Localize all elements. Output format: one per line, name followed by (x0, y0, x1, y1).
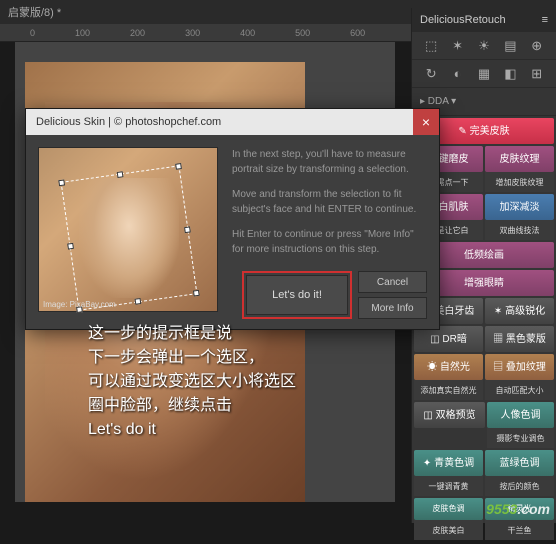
blue-green-button[interactable]: 蓝绿色调 (485, 450, 554, 476)
mask-button[interactable]: ▦ 黑色蒙版 (485, 326, 554, 352)
tool-row-1: ⬚ ✶ ☀ ▤ ⊕ (412, 32, 556, 60)
overlay-texture-button[interactable]: ▤ 叠加纹理 (485, 354, 554, 380)
panel-menu-icon[interactable]: ≡ (542, 14, 548, 26)
sharpen-button[interactable]: ✶ 高级锐化 (485, 298, 554, 324)
dialog-preview-image: Image: PixaBay.com (38, 147, 218, 312)
tool-icon[interactable]: ⬚ (423, 38, 439, 54)
cancel-button[interactable]: Cancel (358, 271, 427, 293)
panel-header[interactable]: DeliciousRetouch ≡ (412, 8, 556, 32)
cyan-button[interactable]: ✦ 青黄色调 (414, 450, 483, 476)
portrait-color-button[interactable]: 人像色调 (487, 402, 554, 428)
tool-icon[interactable]: ▤ (502, 38, 518, 54)
tool-icon[interactable]: ⊕ (529, 38, 545, 54)
skin-texture-button[interactable]: 皮肤纹理 (485, 146, 554, 172)
close-icon[interactable]: × (413, 109, 439, 135)
transform-selection[interactable] (61, 165, 198, 310)
tool-icon[interactable]: ▦ (476, 66, 492, 82)
natural-light-button[interactable]: ☀ 自然光 (414, 354, 483, 380)
image-credit: Image: PixaBay.com (43, 300, 116, 309)
more-info-button[interactable]: More Info (358, 297, 427, 319)
tool-icon[interactable]: ↻ (423, 66, 439, 82)
watermark: 9553.com (486, 501, 550, 517)
primary-highlight: Let's do it! (242, 271, 352, 319)
preview-button[interactable]: ◫ 双格预览 (414, 402, 485, 428)
annotation-text: 这一步的提示框是说 下一步会弹出一个选区， 可以通过改变选区大小将选区 圈中脸部… (88, 322, 348, 442)
dodge-burn-button[interactable]: 加深减淡 (485, 194, 554, 220)
tool-icon[interactable]: ◐ (450, 66, 466, 82)
lets-do-it-button[interactable]: Let's do it! (246, 275, 348, 315)
tool-icon[interactable]: ◧ (502, 66, 518, 82)
panel-title: DeliciousRetouch (420, 14, 506, 26)
foot1-button[interactable]: 皮肤色调 (414, 498, 483, 520)
dialog-title-text: Delicious Skin | © photoshopchef.com (36, 116, 221, 128)
tool-icon[interactable]: ☀ (476, 38, 492, 54)
dialog: Delicious Skin | © photoshopchef.com × I… (25, 108, 440, 330)
dialog-titlebar[interactable]: Delicious Skin | © photoshopchef.com × (26, 109, 439, 135)
tool-icon[interactable]: ✶ (450, 38, 466, 54)
tool-row-2: ↻ ◐ ▦ ◧ ⊞ (412, 60, 556, 88)
tool-icon[interactable]: ⊞ (529, 66, 545, 82)
tab-title: 启蒙版/8) * (8, 4, 61, 20)
